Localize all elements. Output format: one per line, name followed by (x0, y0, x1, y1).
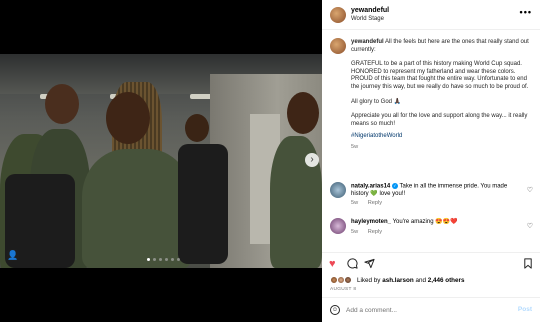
caption-paragraph: Appreciate you all for the love and supp… (351, 113, 528, 127)
likes-summary: Liked by ash.larson and 2,446 others (322, 274, 540, 288)
verified-badge-icon: ✓ (391, 183, 398, 189)
next-arrow-icon[interactable]: › (305, 153, 319, 167)
carousel-dot (165, 258, 168, 261)
carousel-dot (171, 258, 174, 261)
reply-button[interactable]: Reply (368, 229, 382, 235)
carousel-indicator (147, 258, 180, 261)
carousel-dot (159, 258, 162, 261)
post-details-panel: yewandeful World Stage ••• yewandeful Al… (322, 0, 540, 322)
share-icon[interactable] (364, 258, 375, 272)
likes-count[interactable]: 2,446 others (428, 277, 465, 284)
comment-like-icon[interactable]: ♡ (527, 186, 533, 194)
heart-icon[interactable]: ♥ (329, 258, 336, 270)
comments-section: yewandeful All the feels but here are th… (322, 30, 540, 252)
caption-username[interactable]: yewandeful (351, 39, 384, 45)
media-panel: 👤 › (0, 0, 322, 322)
post-comment-button[interactable]: Post (518, 306, 532, 313)
caption: yewandeful All the feels but here are th… (351, 39, 534, 152)
caption-age: 5w (351, 143, 359, 150)
avatar[interactable] (330, 218, 346, 234)
reply-button[interactable]: Reply (368, 200, 382, 206)
bookmark-icon[interactable] (523, 258, 533, 272)
avatar[interactable] (330, 38, 346, 54)
post-username[interactable]: yewandeful (351, 7, 389, 14)
comment-username[interactable]: nataly.arias14 (351, 184, 390, 190)
more-icon[interactable]: ••• (520, 7, 532, 17)
avatar[interactable] (330, 7, 346, 23)
comment-input[interactable] (346, 303, 506, 317)
comment-username[interactable]: hayleymoten_ (351, 219, 391, 225)
comment-text: You're amazing 😍😍❤️ (392, 219, 458, 225)
carousel-dot (147, 258, 150, 261)
emoji-icon[interactable]: ☺ (330, 305, 340, 315)
add-comment-bar: ☺ Post (322, 297, 540, 322)
post-date: AUGUST 8 (330, 287, 357, 292)
hashtag-link[interactable]: #NigeriatotheWorld (351, 133, 402, 139)
user-tag-icon[interactable]: 👤 (6, 248, 20, 262)
comment-like-icon[interactable]: ♡ (527, 222, 533, 230)
caption-paragraph: All glory to God 🙏🏿 (351, 98, 402, 105)
liker-username[interactable]: ash.larson (382, 277, 414, 284)
avatar[interactable] (330, 182, 346, 198)
post-photo[interactable] (0, 54, 322, 268)
comment-age: 5w (351, 229, 359, 235)
avatar (344, 276, 352, 284)
action-bar: ♥ (322, 252, 540, 274)
post-location[interactable]: World Stage (351, 16, 384, 22)
post-header: yewandeful World Stage ••• (322, 0, 540, 30)
comment-age: 5w (351, 200, 359, 206)
comment-icon[interactable] (347, 258, 358, 272)
carousel-dot (153, 258, 156, 261)
caption-paragraph: GRATEFUL to be a part of this history ma… (351, 61, 529, 90)
carousel-dot (177, 258, 180, 261)
